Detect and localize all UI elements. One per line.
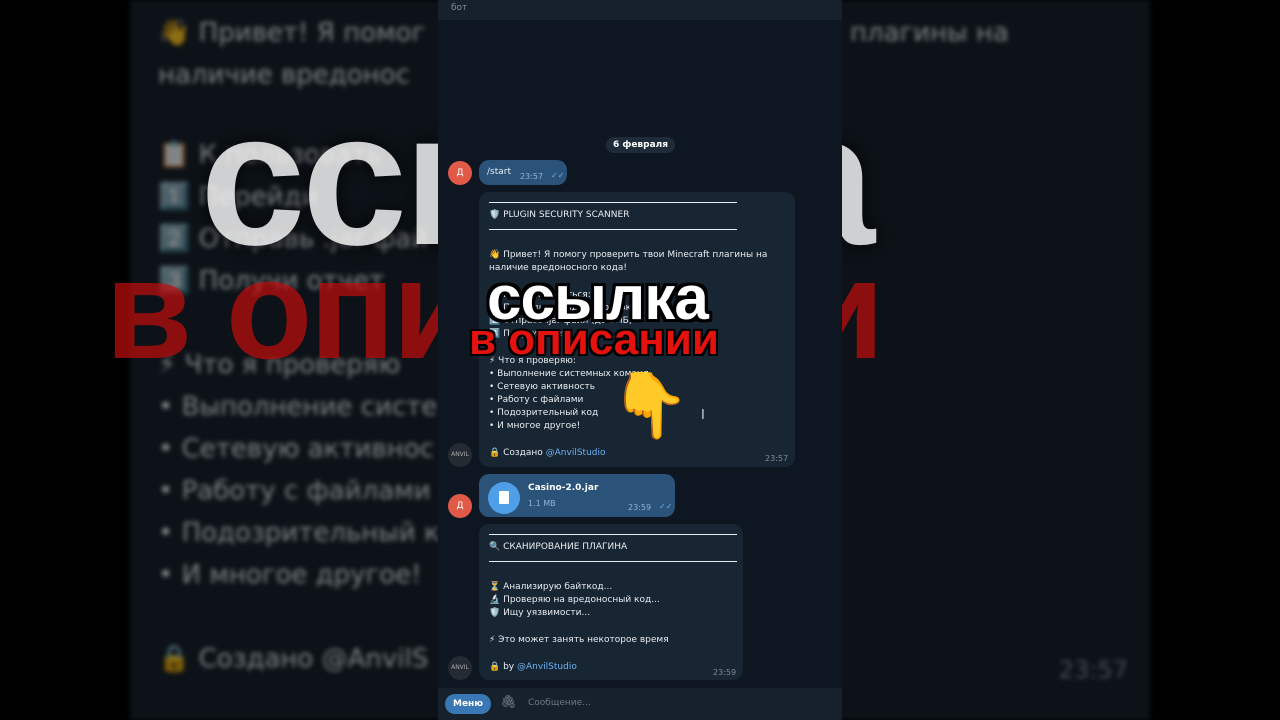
message-file[interactable]: Casino-2.0.jar 1.1 MB 23:59 ✓✓ — [479, 474, 675, 517]
message-line: • Подозрительный код — [489, 408, 599, 418]
message-footer: 🔒 by @AnvilStudio — [489, 662, 577, 672]
message-scan[interactable]: 🔍 СКАНИРОВАНИЕ ПЛАГИНА ⏳ Анализирую байт… — [479, 524, 743, 680]
message-line: • Работу с файлами — [489, 395, 584, 405]
file-size: 1.1 MB — [528, 499, 556, 508]
bg-line: 👋 Привет! Я помог — [158, 18, 426, 48]
user-avatar[interactable]: Д — [448, 161, 472, 185]
read-ticks-icon: ✓✓ — [551, 171, 565, 180]
user-avatar[interactable]: Д — [448, 494, 472, 518]
message-time: 23:59 — [713, 668, 737, 677]
message-line: 👋 Привет! Я помогу проверить твои Minecr… — [489, 250, 768, 260]
divider — [489, 534, 737, 535]
message-line: 🔬 Проверяю на вредоносный код... — [489, 595, 660, 605]
message-input[interactable]: Сообщение... — [528, 698, 591, 708]
pointing-hand-icon: 👇 — [610, 369, 690, 443]
composer-bar: Меню 🖇 Сообщение... — [438, 688, 842, 720]
date-separator: 6 февраля — [606, 137, 676, 153]
bg-line: • Сетевую активнос — [158, 434, 434, 464]
message-time: 23:59 — [628, 503, 652, 512]
message-time: 23:57 — [765, 454, 789, 463]
bg-line: • И многое другое! — [158, 560, 422, 590]
file-icon[interactable] — [488, 482, 520, 514]
message-title: 🔍 СКАНИРОВАНИЕ ПЛАГИНА — [489, 542, 628, 552]
message-line: ⚡ Это может занять некоторое время — [489, 635, 669, 645]
bg-line: 🔒 Создано @AnvilS — [158, 644, 429, 674]
file-name[interactable]: Casino-2.0.jar — [528, 483, 598, 493]
message-line: 🛡️ Ищу уязвимости... — [489, 608, 591, 618]
message-line: ⏳ Анализирую байткод... — [489, 582, 613, 592]
divider — [489, 561, 737, 562]
chat-header: бот — [438, 0, 842, 20]
bot-avatar[interactable]: ANVIL — [448, 443, 472, 467]
bg-line: • Работу с файлами — [158, 476, 431, 506]
attach-icon[interactable]: 🖇 — [500, 695, 517, 710]
message-start[interactable]: /start 23:57 ✓✓ — [479, 160, 567, 185]
bot-avatar[interactable]: ANVIL — [448, 656, 472, 680]
text-cursor-icon: I — [701, 408, 705, 423]
message-line: • И многое другое! — [489, 421, 581, 431]
divider — [489, 202, 737, 203]
message-footer: 🔒 Создано @AnvilStudio — [489, 448, 606, 458]
message-text: /start — [487, 167, 511, 177]
bg-line: • Выполнение систе — [158, 392, 438, 422]
chat-subtitle: бот — [451, 3, 468, 13]
message-time: 23:57 — [520, 172, 544, 181]
bg-line: • Подозрительный к — [158, 518, 440, 548]
creator-link[interactable]: @AnvilStudio — [546, 448, 606, 458]
message-title: 🛡️ PLUGIN SECURITY SCANNER — [489, 210, 630, 220]
message-line: • Сетевую активность — [489, 382, 596, 392]
read-ticks-icon: ✓✓ — [659, 502, 673, 511]
creator-link[interactable]: @AnvilStudio — [517, 662, 577, 672]
divider — [489, 229, 737, 230]
bg-time: 23:57 — [1058, 656, 1128, 684]
menu-button[interactable]: Меню — [445, 694, 491, 714]
bg-line: плагины на — [850, 18, 1009, 48]
overlay-caption-description: в описании — [469, 315, 719, 364]
